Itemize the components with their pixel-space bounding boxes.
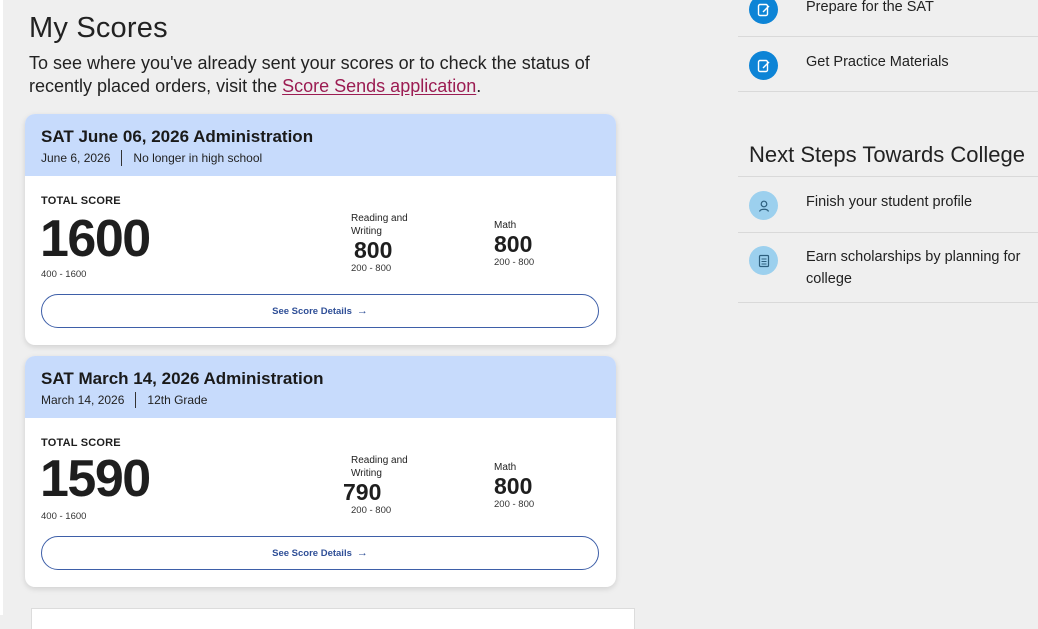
total-score-label: TOTAL SCORE [41,195,121,207]
section-range: 200 - 800 [494,257,535,269]
checklist-icon [749,246,778,275]
score-card-header: SAT March 14, 2026 Administration March … [25,356,616,418]
administration-meta: March 14, 2026 12th Grade [41,392,600,408]
section-score: 800 [494,231,533,257]
sidebar-item-label: Prepare for the SAT [806,0,934,15]
total-score-label: TOTAL SCORE [41,437,121,449]
sidebar-item-practice-materials[interactable]: Get Practice Materials [738,37,1038,92]
sidebar-item-label: Earn scholarships by planning for colleg… [806,249,1021,287]
administration-meta: June 6, 2026 No longer in high school [41,150,600,166]
left-edge [0,0,3,615]
see-score-details-button[interactable]: See Score Details → [41,294,599,328]
next-steps-title: Next Steps Towards College [749,142,1025,167]
sidebar-item-label: Get Practice Materials [806,54,949,70]
sidebar-item-student-profile[interactable]: Finish your student profile [738,177,1038,233]
section-range: 200 - 800 [351,263,392,275]
edit-icon [749,0,778,24]
grade-status: 12th Grade [147,393,208,407]
score-card-header: SAT June 06, 2026 Administration June 6,… [25,114,616,176]
math-section: Math 800 200 - 800 [494,219,604,268]
intro-text: To see where you've already sent your sc… [29,52,649,98]
section-label: Reading and Writing [351,455,408,479]
divider [135,392,137,408]
section-range: 200 - 800 [351,505,392,517]
button-label: See Score Details [272,547,352,559]
reading-writing-section: Reading and Writing 790 200 - 800 [343,454,453,516]
intro-end: . [476,76,482,96]
total-score-value: 1590 [40,450,151,508]
score-card: SAT June 06, 2026 Administration June 6,… [25,114,616,345]
math-section: Math 800 200 - 800 [494,461,604,510]
sidebar-item-scholarships[interactable]: Earn scholarships by planning for colleg… [738,233,1038,303]
total-score-range: 400 - 1600 [41,511,87,522]
total-score-value: 1600 [40,210,151,268]
section-range: 200 - 800 [494,499,535,511]
edit-icon [749,51,778,80]
administration-date: June 6, 2026 [41,151,111,165]
section-score: 790 [343,479,382,505]
arrow-right-icon: → [356,305,368,317]
sidebar-item-label: Finish your student profile [806,194,973,210]
administration-date: March 14, 2026 [41,393,125,407]
button-label: See Score Details [272,305,352,317]
divider [121,150,123,166]
administration-title: SAT March 14, 2026 Administration [41,369,324,388]
score-card: SAT March 14, 2026 Administration March … [25,356,616,587]
next-score-card-partial [31,608,635,629]
see-score-details-button[interactable]: See Score Details → [41,536,599,570]
page-title: My Scores [29,12,168,44]
section-score: 800 [354,237,393,263]
administration-title: SAT June 06, 2026 Administration [41,127,314,146]
section-label: Reading and Writing [351,213,408,237]
arrow-right-icon: → [356,547,368,559]
total-score-range: 400 - 1600 [41,269,87,280]
sidebar-item-prepare-sat[interactable]: Prepare for the SAT [738,0,1038,37]
reading-writing-section: Reading and Writing 800 200 - 800 [351,212,461,274]
score-sends-link[interactable]: Score Sends application [282,76,476,96]
user-icon [749,191,778,220]
grade-status: No longer in high school [133,151,263,165]
section-score: 800 [494,473,533,499]
